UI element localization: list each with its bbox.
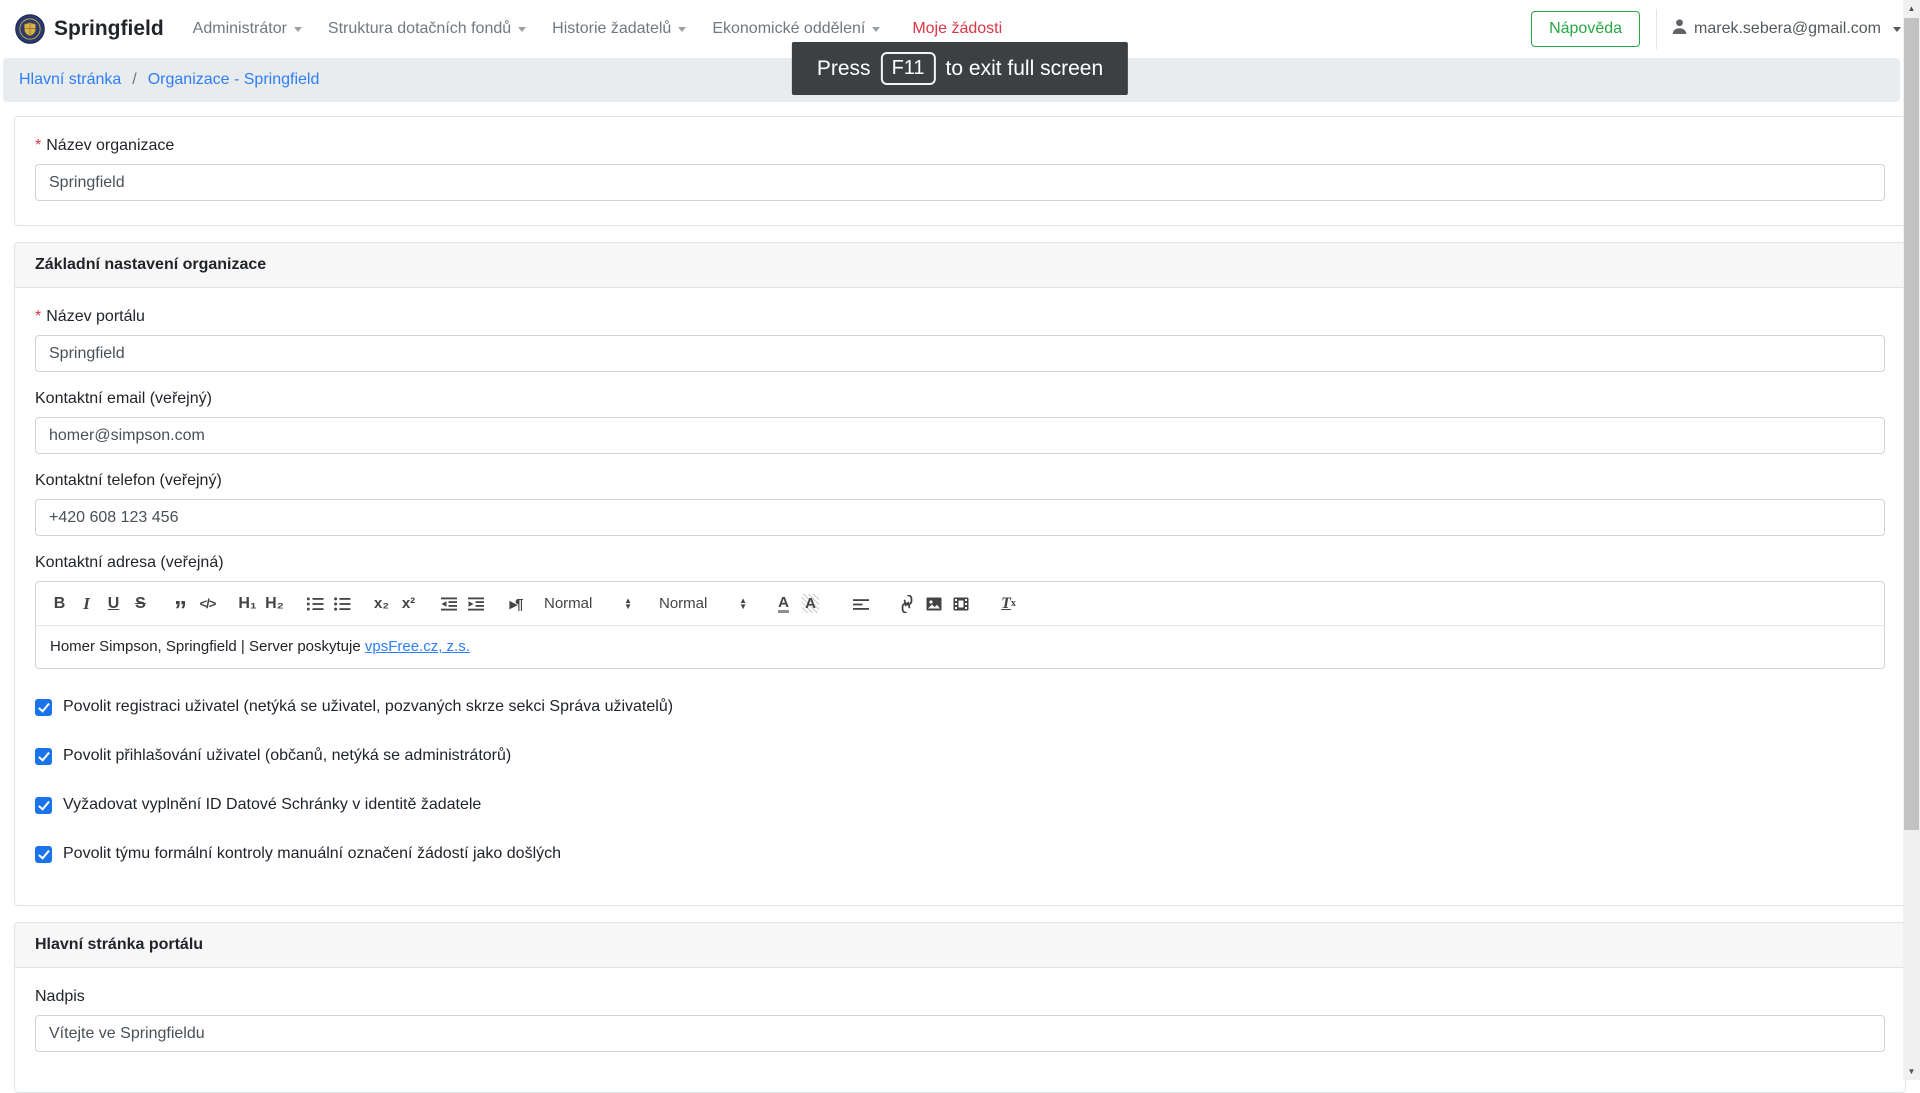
chevron-down-icon: [678, 27, 686, 32]
editor-content[interactable]: Homer Simpson, Springfield | Server posk…: [36, 626, 1884, 668]
checkbox-checked[interactable]: [35, 748, 52, 765]
align-button[interactable]: [847, 591, 874, 616]
portal-homepage-card: Hlavní stránka portálu Nadpis: [14, 922, 1906, 1093]
code-block-button[interactable]: </>: [194, 591, 221, 616]
springfield-seal-logo-icon: [15, 14, 45, 44]
breadcrumb-home-link[interactable]: Hlavní stránka: [19, 71, 121, 89]
heading1-button[interactable]: H₁: [234, 591, 261, 616]
org-name-input[interactable]: [35, 164, 1885, 201]
text-color-button[interactable]: A: [770, 591, 797, 616]
user-icon: [1671, 18, 1688, 40]
nav-item-historie-zadatelu[interactable]: Historie žadatelů: [539, 12, 699, 46]
portal-homepage-header: Hlavní stránka portálu: [15, 923, 1905, 968]
chevron-down-icon: [518, 27, 526, 32]
heading2-button[interactable]: H₂: [261, 591, 288, 616]
rich-text-editor: B I U S ” </> H₁ H₂: [35, 581, 1885, 669]
image-button[interactable]: [920, 591, 947, 616]
checkbox-row-require-databox-id[interactable]: Vyžadovat vyplnění ID Datové Schránky v …: [35, 796, 1885, 814]
checkbox-row-manual-receive-mark[interactable]: Povolit týmu formální kontroly manuální …: [35, 845, 1885, 863]
portal-name-label: *Název portálu: [35, 308, 1885, 326]
brand-name: Springfield: [54, 17, 164, 41]
required-asterisk: *: [35, 137, 41, 154]
italic-button[interactable]: I: [73, 591, 100, 616]
contact-email-input[interactable]: [35, 417, 1885, 454]
subscript-button[interactable]: x₂: [368, 591, 395, 616]
basic-settings-header: Základní nastavení organizace: [15, 243, 1905, 288]
up-down-arrows-icon: [739, 598, 747, 610]
portal-name-input[interactable]: [35, 335, 1885, 372]
size-select[interactable]: Normal: [542, 591, 634, 616]
vpsfree-link[interactable]: vpsFree.cz, z.s.: [365, 638, 470, 655]
organization-name-card: *Název organizace: [14, 116, 1906, 226]
checkbox-checked[interactable]: [35, 797, 52, 814]
breadcrumb-separator: /: [121, 71, 147, 89]
background-color-button[interactable]: A: [797, 591, 824, 616]
scroll-down-arrow-icon[interactable]: ▼: [1903, 1063, 1920, 1080]
clear-formatting-button[interactable]: Tx: [995, 591, 1022, 616]
indent-button[interactable]: [462, 591, 489, 616]
help-button[interactable]: Nápověda: [1531, 11, 1640, 47]
nav-item-ekonomicke-oddeleni[interactable]: Ekonomické oddělení: [699, 12, 893, 46]
chevron-down-icon: [1893, 27, 1901, 32]
f11-keycap: F11: [881, 52, 936, 85]
ordered-list-button[interactable]: [301, 591, 328, 616]
video-button[interactable]: [947, 591, 974, 616]
user-menu[interactable]: marek.sebera@gmail.com: [1671, 18, 1905, 40]
navbar-divider: [1656, 9, 1657, 49]
text-direction-button[interactable]: ▸¶: [502, 591, 529, 616]
scrollbar-thumb[interactable]: [1904, 18, 1919, 830]
brand[interactable]: Springfield: [15, 14, 164, 44]
contact-phone-label: Kontaktní telefon (veřejný): [35, 472, 1885, 490]
contact-phone-input[interactable]: [35, 499, 1885, 536]
strikethrough-button[interactable]: S: [127, 591, 154, 616]
chevron-down-icon: [872, 27, 880, 32]
user-email: marek.sebera@gmail.com: [1694, 20, 1881, 38]
checkbox-checked[interactable]: [35, 846, 52, 863]
headline-label: Nadpis: [35, 988, 1885, 1006]
outdent-button[interactable]: [435, 591, 462, 616]
checkbox-row-allow-registration[interactable]: Povolit registraci uživatel (netýká se u…: [35, 698, 1885, 716]
vertical-scrollbar[interactable]: ▲ ▼: [1903, 0, 1920, 1080]
checkbox-checked[interactable]: [35, 699, 52, 716]
headline-input[interactable]: [35, 1015, 1885, 1052]
superscript-button[interactable]: x²: [395, 591, 422, 616]
fullscreen-exit-toast: Press F11 to exit full screen: [792, 42, 1128, 95]
chevron-down-icon: [294, 27, 302, 32]
nav-item-administrator[interactable]: Administrátor: [180, 12, 315, 46]
link-button[interactable]: [893, 591, 920, 616]
editor-toolbar: B I U S ” </> H₁ H₂: [36, 582, 1884, 626]
nav-item-moje-zadosti[interactable]: Moje žádosti: [899, 12, 1015, 46]
blockquote-button[interactable]: ”: [167, 591, 194, 616]
scroll-up-arrow-icon[interactable]: ▲: [1903, 0, 1920, 17]
underline-button[interactable]: U: [100, 591, 127, 616]
contact-email-label: Kontaktní email (veřejný): [35, 390, 1885, 408]
breadcrumb-current-link[interactable]: Organizace - Springfield: [148, 71, 320, 89]
up-down-arrows-icon: [624, 598, 632, 610]
checkbox-row-allow-login[interactable]: Povolit přihlašování uživatel (občanů, n…: [35, 747, 1885, 765]
font-select[interactable]: Normal: [657, 591, 749, 616]
main-nav: Administrátor Struktura dotačních fondů …: [180, 12, 1015, 46]
bold-button[interactable]: B: [46, 591, 73, 616]
navbar-right: Nápověda marek.sebera@gmail.com: [1531, 9, 1905, 49]
org-name-label: *Název organizace: [35, 137, 1885, 155]
basic-settings-card: Základní nastavení organizace *Název por…: [14, 242, 1906, 906]
contact-address-label: Kontaktní adresa (veřejná): [35, 554, 1885, 572]
nav-item-struktura-dotacnich-fondu[interactable]: Struktura dotačních fondů: [315, 12, 539, 46]
bullet-list-button[interactable]: [328, 591, 355, 616]
required-asterisk: *: [35, 308, 41, 325]
